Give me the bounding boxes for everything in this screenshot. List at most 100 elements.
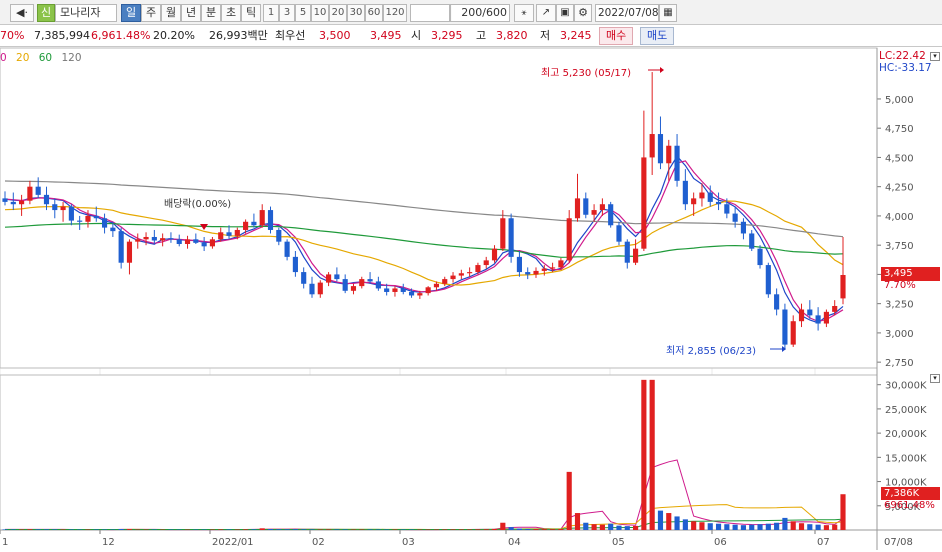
candle-body (666, 145, 672, 164)
volume-bar (832, 524, 838, 530)
y-tick-label: 30,000K (885, 381, 927, 392)
high-label: 고 (476, 29, 487, 42)
tab-period-minute[interactable]: 분 (201, 4, 221, 22)
volume-bar (757, 524, 763, 530)
candle-body (608, 204, 614, 226)
candle-body (458, 273, 464, 276)
stock-name-field[interactable]: 모나리자 (55, 4, 117, 22)
volume-bar (218, 529, 224, 530)
current-price-tag: 3,495 (881, 267, 940, 281)
best-ask: 3,500 (319, 29, 351, 42)
candle-body (757, 248, 763, 266)
candle-body (641, 157, 647, 249)
volume-bar (259, 528, 265, 530)
price-panel (0, 47, 878, 369)
candle-body (500, 218, 506, 249)
volume-bar (491, 528, 498, 530)
buy-button[interactable]: 매수 (599, 27, 634, 45)
panel-collapse-icon[interactable]: ▾ (930, 52, 940, 61)
tab-period-year[interactable]: 년 (181, 4, 201, 22)
candle-body (707, 192, 713, 202)
interval-input[interactable] (410, 4, 450, 22)
candle-body (276, 229, 282, 242)
save-icon[interactable]: ▣ (556, 4, 574, 22)
volume-bar (782, 517, 788, 530)
volume-bar (724, 524, 730, 530)
candle-body (243, 221, 249, 230)
candle-body (533, 270, 539, 275)
current-ratio-label: 6961.48% (884, 500, 935, 511)
candle-body (408, 291, 415, 296)
volume-bar (442, 529, 448, 530)
candle-body (616, 225, 622, 242)
candle-body (508, 218, 514, 257)
candle-body (251, 221, 257, 226)
volume-bar (541, 529, 547, 530)
panel-collapse-icon[interactable]: ▾ (930, 374, 940, 383)
candle-body (633, 248, 639, 263)
volume-bar (608, 523, 614, 530)
interval-5[interactable]: 5 (295, 4, 311, 22)
chart-type-icon[interactable]: ⚹ (514, 4, 534, 22)
tab-period-week[interactable]: 주 (141, 4, 161, 22)
ma-legend-item: 60 (38, 52, 53, 64)
sell-button[interactable]: 매도 (640, 27, 675, 45)
candle-body (417, 293, 423, 296)
candle-body (699, 192, 705, 199)
tab-period-tick[interactable]: 틱 (241, 4, 261, 22)
candle-body (467, 272, 473, 274)
count-field[interactable]: 200/600 (452, 4, 510, 22)
prev-stock-icon[interactable]: ◀· (10, 4, 34, 22)
volume-bar (699, 522, 705, 530)
candle-body (85, 215, 91, 222)
date-field[interactable]: 2022/07/08 (595, 4, 659, 22)
y-tick-label: 25,000K (885, 405, 927, 416)
current-volume-tag: 7,386K (881, 487, 940, 500)
candle-body (774, 294, 780, 310)
candle-body (375, 281, 381, 289)
y-tick-label: 5,000 (885, 95, 914, 106)
interval-60[interactable]: 60 (365, 4, 383, 22)
candle-body (60, 206, 66, 211)
candle-body (93, 215, 99, 219)
high-annotation: 최고 5,230 (05/17) (541, 68, 632, 79)
tab-period-day[interactable]: 일 (121, 4, 141, 22)
volume-bar (633, 525, 639, 530)
interval-20[interactable]: 20 (329, 4, 347, 22)
draw-tool-icon[interactable]: ↗ (536, 4, 556, 22)
volume-bar (798, 523, 805, 530)
candle-body (367, 279, 373, 282)
y-tick-label: 20,000K (885, 429, 927, 440)
interval-30[interactable]: 30 (347, 4, 365, 22)
tab-period-second[interactable]: 초 (221, 4, 241, 22)
candle-body (691, 198, 697, 205)
volume-bar (657, 510, 664, 530)
volume-bar (458, 529, 464, 530)
volume-bar (500, 522, 506, 530)
gear-icon[interactable]: ⚙ (574, 4, 592, 22)
volume-bar (43, 529, 50, 530)
interval-3[interactable]: 3 (279, 4, 295, 22)
trade-amount: 26,993백만 (209, 29, 268, 42)
candle-body (218, 232, 224, 240)
candle-body (550, 267, 556, 269)
candle-body (749, 233, 755, 249)
candle-body (209, 239, 215, 247)
calendar-icon[interactable]: ▦ (659, 4, 677, 22)
tab-period-month[interactable]: 월 (161, 4, 181, 22)
volume-bar (599, 524, 605, 530)
candle-body (765, 265, 771, 295)
interval-120[interactable]: 120 (383, 4, 407, 22)
volume-bar (649, 379, 655, 530)
volume-bar (525, 529, 531, 530)
volume-bar (566, 471, 572, 530)
ma-legend-item: 120 (61, 52, 82, 64)
candle-body (2, 198, 8, 202)
candle-body (68, 206, 74, 221)
volume-bar (126, 529, 133, 530)
interval-1[interactable]: 1 (263, 4, 279, 22)
interval-10[interactable]: 10 (311, 4, 329, 22)
volume-bar (533, 529, 539, 530)
candle-body (400, 288, 406, 292)
candle-body (724, 204, 730, 214)
